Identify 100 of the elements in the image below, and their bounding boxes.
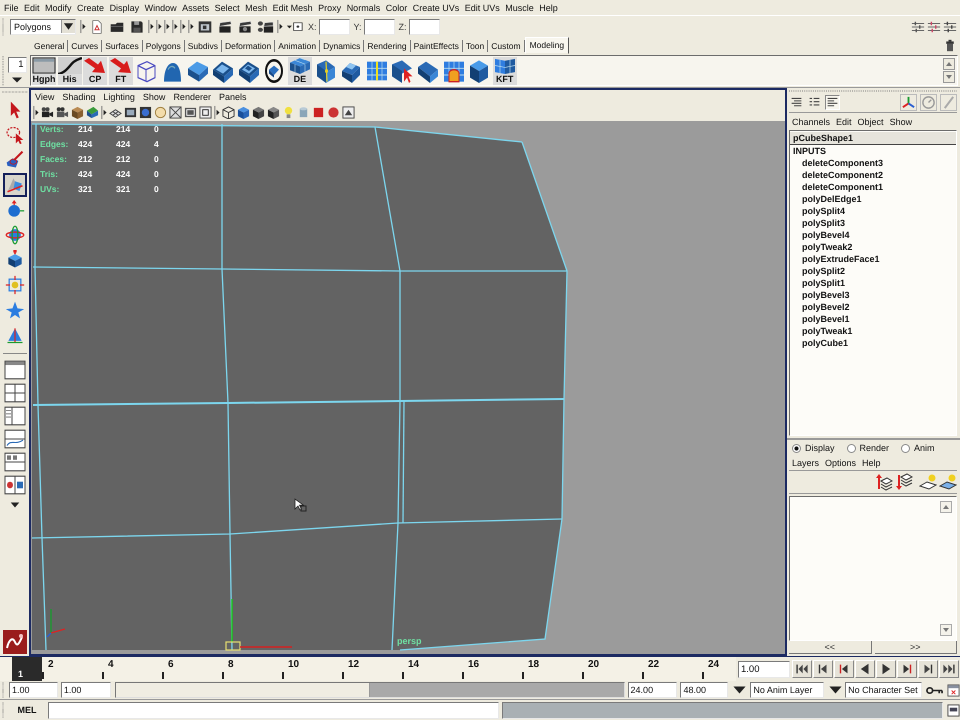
trash-icon[interactable]	[944, 39, 956, 52]
screen-icon[interactable]	[124, 106, 137, 119]
shelf-button[interactable]: Hgph	[32, 56, 56, 84]
skip-to-end-icon[interactable]	[939, 660, 959, 678]
mode-dropdown[interactable]: Polygons	[10, 18, 76, 34]
triangle-toggle-icon[interactable]	[180, 19, 186, 34]
playback-start-field[interactable]: 1.00	[60, 682, 111, 698]
grip-icon[interactable]	[1, 56, 5, 86]
radio-button[interactable]: Anim	[901, 443, 935, 453]
shelf-tab[interactable]: PaintEffects	[410, 40, 463, 52]
triangle-toggle-icon[interactable]	[214, 105, 220, 120]
skip-to-start-icon[interactable]	[792, 660, 812, 678]
menu-item[interactable]: Display	[110, 2, 140, 12]
window-icon[interactable]	[946, 684, 960, 696]
step-back-key-icon[interactable]	[813, 660, 833, 678]
panel-layout-icon[interactable]	[2, 474, 26, 496]
step-back-frame-icon[interactable]	[834, 660, 854, 678]
time-slider[interactable]: 2 4 6 8 10 12 14 16 18 20 22 24 1	[0, 657, 736, 681]
input-node[interactable]: polyBevel3	[790, 289, 850, 301]
scroll-up-icon[interactable]	[940, 501, 952, 513]
stack-arrow-down-icon[interactable]	[895, 473, 913, 491]
menu-item[interactable]: Edit	[836, 116, 852, 126]
panel-layout-icon[interactable]	[2, 382, 26, 404]
shelf-tab[interactable]: General	[31, 40, 68, 52]
menu-item[interactable]: Proxy	[318, 2, 342, 12]
menu-item[interactable]: Window	[144, 2, 177, 12]
radio-button[interactable]: Display	[792, 443, 835, 453]
panel-layout-icon[interactable]	[2, 451, 26, 473]
character-set-field[interactable]: No Character Set	[845, 682, 922, 698]
cube-icon[interactable]	[252, 106, 265, 119]
dropdown-arrow-icon[interactable]	[10, 74, 24, 84]
menu-item[interactable]: Channels	[792, 116, 830, 126]
object-name[interactable]: pCubeShape1	[790, 132, 956, 145]
shelf-tab[interactable]: Rendering	[364, 40, 411, 52]
shelf-button[interactable]: KFT	[492, 56, 517, 84]
menu-item[interactable]: Renderer	[173, 92, 211, 102]
wireframe-cube-icon[interactable]	[222, 106, 235, 119]
list-view-icon[interactable]	[825, 95, 840, 110]
menu-item[interactable]: Create	[77, 2, 104, 12]
input-node[interactable]: polyDelEdge1	[790, 193, 862, 205]
range-slider-bar[interactable]	[116, 683, 370, 697]
scroll-button[interactable]: <<	[789, 641, 872, 654]
crosshatch-icon[interactable]	[169, 106, 182, 119]
input-node[interactable]: polySplit1	[790, 277, 846, 289]
input-node[interactable]: polyCube1	[790, 337, 848, 349]
language-button[interactable]: MEL	[8, 702, 46, 718]
arch-grid-icon[interactable]	[442, 58, 466, 82]
shapes-icon[interactable]	[2, 173, 26, 197]
cube-icon[interactable]	[86, 106, 99, 119]
menu-item[interactable]: Shading	[62, 92, 96, 102]
square-icon[interactable]	[312, 106, 325, 119]
box-icon[interactable]	[71, 106, 84, 119]
document-icon[interactable]	[90, 20, 104, 34]
rotate-icon[interactable]	[2, 223, 26, 247]
grip-icon[interactable]	[2, 90, 28, 94]
grid-icon[interactable]	[364, 58, 389, 82]
shelf-button[interactable]: His	[58, 56, 82, 84]
grip-icon[interactable]	[1, 682, 5, 698]
shelf-button[interactable]: FT	[108, 56, 133, 84]
menu-item[interactable]: View	[35, 92, 54, 102]
shelf-tab[interactable]: Polygons	[142, 40, 185, 52]
panel-layout-icon[interactable]	[2, 428, 26, 450]
triangle-toggle-icon[interactable]	[188, 19, 194, 34]
menu-item[interactable]: Layers	[792, 458, 820, 468]
shelf-tab[interactable]: Toon	[462, 40, 488, 52]
triangle-toggle-icon[interactable]	[148, 19, 154, 34]
menu-item[interactable]: Show	[142, 92, 166, 102]
move-manipulator-drawing[interactable]	[225, 599, 292, 651]
menu-item[interactable]: Edit	[24, 2, 40, 12]
menu-item[interactable]: Muscle	[505, 2, 534, 12]
sliders-icon[interactable]	[927, 20, 941, 34]
coordinate-field[interactable]	[318, 18, 350, 34]
triangle-toggle-icon[interactable]	[156, 19, 162, 34]
input-node[interactable]: polySplit2	[790, 265, 846, 277]
triangle-toggle-icon[interactable]	[164, 19, 170, 34]
key-icon[interactable]	[926, 686, 943, 694]
input-node[interactable]: polySplit4	[790, 205, 846, 217]
panel-layout-icon[interactable]	[2, 359, 26, 381]
range-slider-track[interactable]	[114, 682, 625, 698]
menu-item[interactable]: Help	[862, 458, 881, 468]
menu-item[interactable]: Help	[539, 2, 558, 12]
cube-cursor-icon[interactable]	[390, 58, 414, 82]
coordinate-field[interactable]	[408, 18, 440, 34]
triangle-box-icon[interactable]	[342, 106, 355, 119]
triangle-toggle-icon[interactable]	[101, 105, 107, 120]
command-field[interactable]	[48, 702, 499, 718]
menu-item[interactable]: Edit Mesh	[272, 2, 313, 12]
start-time-field[interactable]: 1.00	[9, 682, 58, 698]
menu-item[interactable]: Create UVs	[412, 2, 460, 12]
menu-item[interactable]: Object	[858, 116, 884, 126]
scroll-down-icon[interactable]	[943, 71, 955, 83]
input-node[interactable]: polyBevel1	[790, 313, 850, 325]
shelf-button[interactable]: CP	[83, 56, 108, 84]
input-node[interactable]: polyTweak2	[790, 241, 852, 253]
menu-item[interactable]: Edit UVs	[464, 2, 500, 12]
menu-item[interactable]: Panels	[218, 92, 246, 102]
layer-sun-icon[interactable]	[939, 473, 957, 491]
input-node[interactable]: polyBevel4	[790, 229, 850, 241]
menu-item[interactable]: Assets	[182, 2, 210, 12]
clapperboard-icon[interactable]	[238, 20, 252, 34]
